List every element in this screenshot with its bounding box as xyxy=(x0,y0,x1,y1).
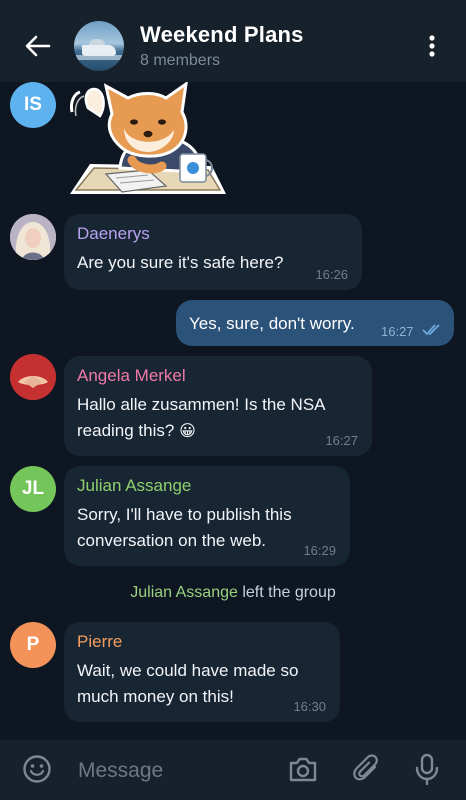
smile-icon xyxy=(23,755,51,783)
message-text-line2: reading this? 😀 xyxy=(77,418,360,445)
message-text-line2: conversation on the web. xyxy=(77,531,267,550)
sticker-shiba-coffee[interactable] xyxy=(62,82,232,208)
more-vertical-icon xyxy=(429,35,435,57)
avatar-daenerys[interactable] xyxy=(10,214,56,260)
voice-message-button[interactable] xyxy=(410,752,444,786)
service-text: left the group xyxy=(242,584,336,601)
message-time: 16:27 xyxy=(381,324,414,339)
message-text: Are you sure it's safe here? xyxy=(77,253,284,272)
message-time: 16:27 xyxy=(325,433,358,448)
microphone-icon xyxy=(415,753,439,785)
avatar-julian[interactable]: JL xyxy=(10,466,56,512)
daenerys-photo xyxy=(10,214,56,260)
message-composer xyxy=(0,740,466,800)
attach-button[interactable] xyxy=(350,752,384,786)
message-text-line1: Hallo alle zusammen! Is the NSA xyxy=(77,395,326,414)
sender-name: Julian Assange xyxy=(77,476,192,495)
message-text: Yes, sure, don't worry. xyxy=(189,314,355,333)
message-text-line1: Wait, we could have made so xyxy=(77,661,299,680)
message-time: 16:29 xyxy=(303,543,336,558)
avatar-initials: JL xyxy=(21,478,45,499)
service-message: Julian Assange left the group xyxy=(0,584,466,602)
avatar-angela[interactable] xyxy=(10,354,56,400)
emoji-button[interactable] xyxy=(20,752,54,786)
avatar-initials: IS xyxy=(24,94,42,115)
message-time: 16:26 xyxy=(315,267,348,282)
back-arrow-icon xyxy=(25,35,51,57)
member-count: 8 members xyxy=(140,52,221,69)
sender-name: Angela Merkel xyxy=(77,366,186,385)
read-checkmarks-icon xyxy=(422,324,440,336)
camera-button[interactable] xyxy=(286,752,320,786)
message-text-line1: Sorry, I'll have to publish this xyxy=(77,505,292,524)
avatar-initials: P xyxy=(26,634,40,655)
message-text-line2: much money on this! xyxy=(77,687,234,706)
angela-photo xyxy=(10,354,56,400)
camera-icon xyxy=(289,757,317,782)
message-outgoing[interactable]: Yes, sure, don't worry. 16:27 xyxy=(176,300,454,346)
back-button[interactable] xyxy=(18,26,58,66)
more-options-button[interactable] xyxy=(412,26,452,66)
group-title: Weekend Plans xyxy=(140,22,304,47)
chat-header: Weekend Plans 8 members xyxy=(0,10,466,82)
message-daenerys[interactable]: Daenerys Are you sure it's safe here? 16… xyxy=(64,214,362,290)
status-bar xyxy=(0,0,466,10)
service-user-name[interactable]: Julian Assange xyxy=(130,584,238,601)
sender-name: Pierre xyxy=(77,632,123,651)
avatar-is[interactable]: IS xyxy=(10,82,56,128)
grinning-emoji: 😀 xyxy=(179,423,196,440)
group-info[interactable]: Weekend Plans 8 members xyxy=(140,22,412,70)
avatar-pierre[interactable]: P xyxy=(10,622,56,668)
message-julian[interactable]: Julian Assange Sorry, I'll have to publi… xyxy=(64,466,350,566)
message-angela[interactable]: Angela Merkel Hallo alle zusammen! Is th… xyxy=(64,356,372,456)
message-text-line2-body: reading this? xyxy=(77,421,175,440)
message-pierre[interactable]: Pierre Wait, we could have made so much … xyxy=(64,622,340,722)
sender-name: Daenerys xyxy=(77,224,150,243)
paperclip-icon xyxy=(353,754,378,781)
message-time: 16:30 xyxy=(293,699,326,714)
message-input[interactable] xyxy=(78,758,268,784)
group-avatar[interactable] xyxy=(74,21,124,71)
